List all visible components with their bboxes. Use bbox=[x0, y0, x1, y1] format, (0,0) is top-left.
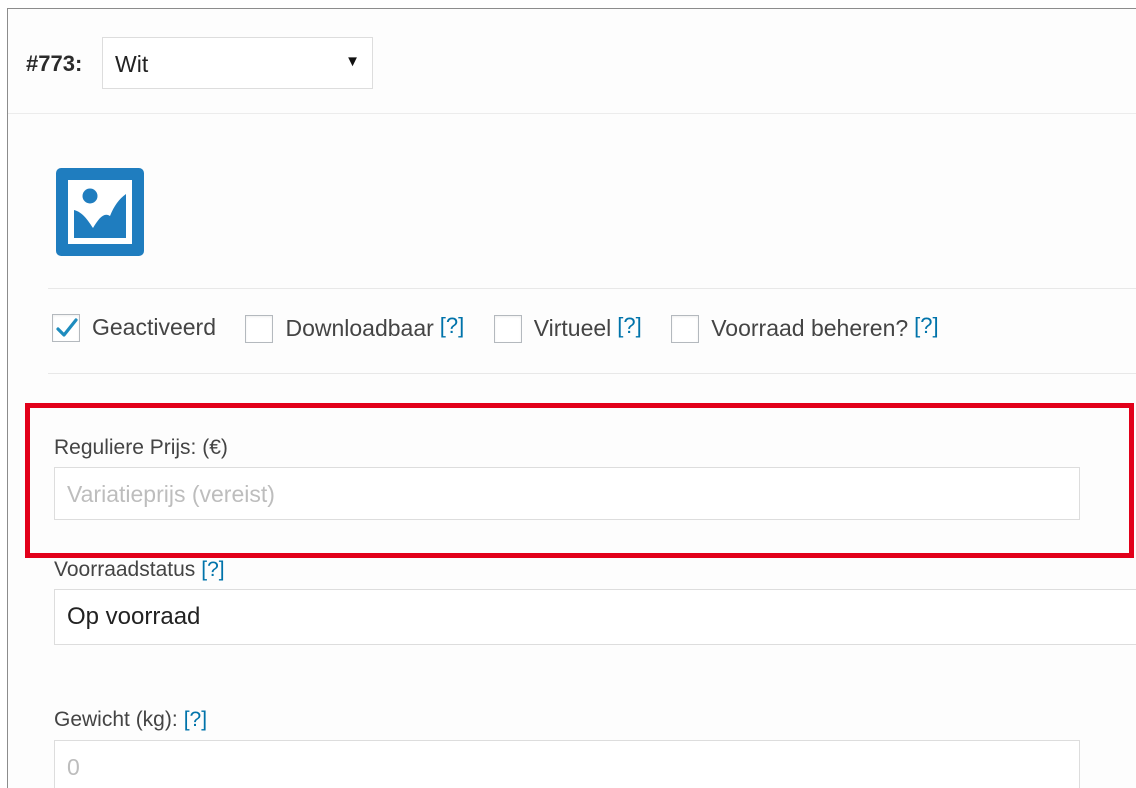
option-label: Geactiveerd bbox=[92, 314, 217, 341]
weight-input[interactable]: 0 bbox=[54, 740, 1080, 788]
regular-price-input[interactable]: Variatieprijs (vereist) bbox=[54, 467, 1080, 520]
stock-status-select[interactable]: Op voorraad bbox=[54, 589, 1136, 645]
option-virtual[interactable]: Virtueel [?] bbox=[493, 313, 642, 343]
option-downloadable[interactable]: Downloadbaar [?] bbox=[245, 313, 464, 343]
enabled-checkbox[interactable] bbox=[52, 313, 80, 342]
image-placeholder-icon bbox=[68, 180, 132, 244]
variation-attribute-select[interactable]: Wit ▼ bbox=[102, 37, 373, 89]
option-label: Virtueel bbox=[533, 315, 612, 342]
help-link[interactable]: [?] bbox=[201, 558, 224, 581]
virtual-checkbox[interactable] bbox=[493, 314, 522, 343]
variation-header: #773: Wit ▼ bbox=[8, 9, 1136, 114]
help-link[interactable]: [?] bbox=[914, 313, 938, 338]
select-value: Wit bbox=[115, 51, 149, 77]
manage-stock-checkbox[interactable] bbox=[671, 314, 700, 343]
help-link[interactable]: [?] bbox=[617, 313, 641, 338]
option-manage-stock[interactable]: Voorraad beheren? [?] bbox=[671, 313, 939, 343]
option-enabled[interactable]: Geactiveerd bbox=[52, 313, 217, 342]
help-link[interactable]: [?] bbox=[440, 313, 464, 338]
weight-label: Gewicht (kg): [?] bbox=[54, 708, 207, 732]
divider bbox=[48, 288, 1136, 289]
upload-image-button[interactable] bbox=[56, 168, 144, 256]
weight-label-text: Gewicht (kg): bbox=[54, 708, 178, 731]
option-label: Downloadbaar bbox=[285, 315, 434, 342]
option-label: Voorraad beheren? bbox=[711, 315, 909, 342]
variation-id-label: #773: bbox=[26, 51, 83, 76]
divider bbox=[48, 373, 1136, 374]
stock-status-label: Voorraadstatus [?] bbox=[54, 558, 225, 582]
checkmark-icon bbox=[56, 318, 78, 337]
chevron-down-icon: ▼ bbox=[345, 53, 360, 70]
regular-price-label: Reguliere Prijs: (€) bbox=[54, 436, 228, 459]
variation-options-row: Geactiveerd Downloadbaar [?] Virtueel [?] … bbox=[52, 313, 964, 349]
stock-status-label-text: Voorraadstatus bbox=[54, 558, 196, 581]
downloadable-checkbox[interactable] bbox=[245, 314, 274, 343]
variation-panel: #773: Wit ▼ Geactiveerd Downloadbaar [?] … bbox=[7, 8, 1136, 788]
help-link[interactable]: [?] bbox=[184, 708, 207, 731]
